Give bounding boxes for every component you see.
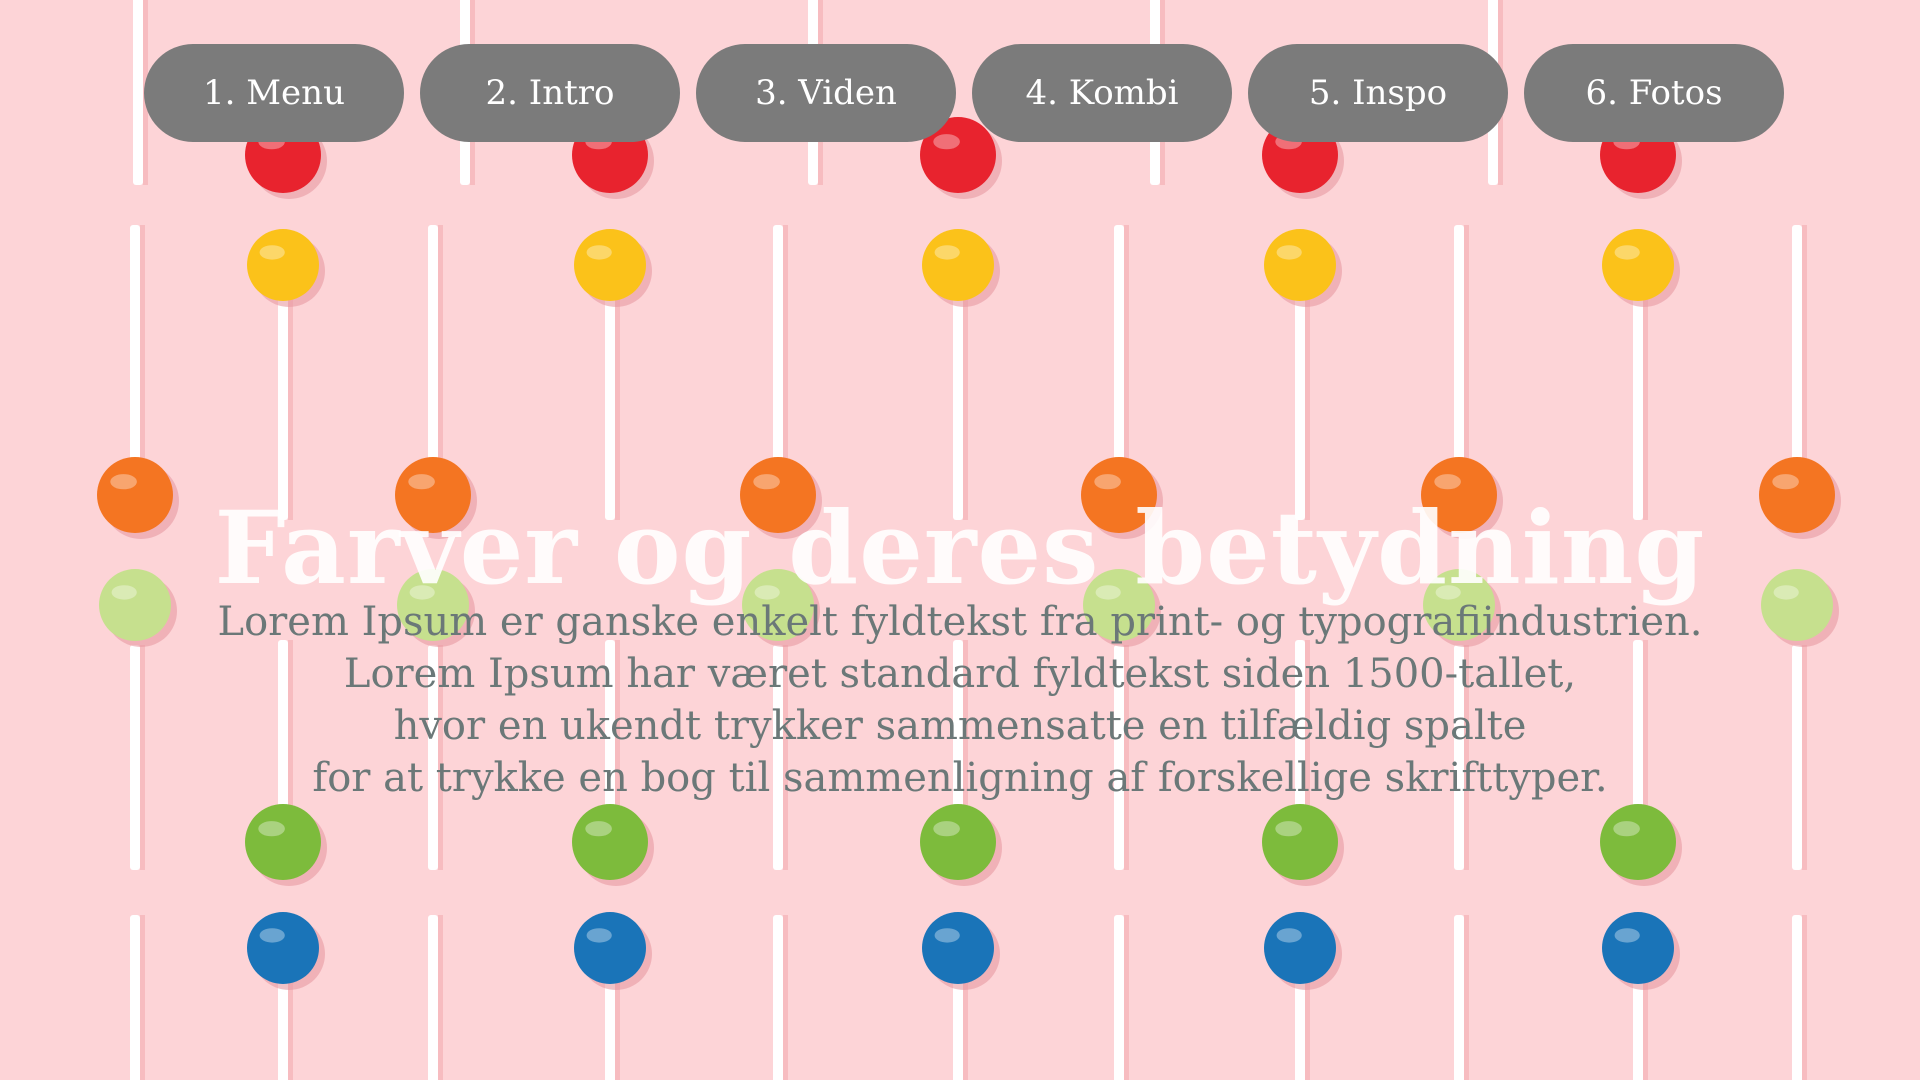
stick-orange-0-shadow [140,225,145,470]
stick-orange-4 [1454,225,1464,470]
stick-bottom-0-shadow [140,915,145,1080]
nav-button-menu[interactable]: 1. Menu [144,44,404,142]
lollipop-blue-4-shine [1614,928,1640,943]
lollipop-blue-0 [247,912,319,984]
stick-bottom-3 [1114,915,1124,1080]
lollipop-yellow-4-shine [1614,245,1640,260]
stick-yellow-4 [1633,270,1643,520]
stick-orange-3 [1114,225,1124,470]
lollipop-blue-1-shine [586,928,612,943]
top-navigation: 1. Menu 2. Intro 3. Viden 4. Kombi 5. In… [0,44,1920,142]
lollipop-green-4 [1600,804,1676,880]
page-title: Farver og deres betydning [214,489,1706,607]
lollipop-green-4-shine [1613,821,1640,837]
stick-bottom-5-shadow [1802,915,1807,1080]
stick-bottom-3-shadow [1124,915,1129,1080]
lollipop-yellow-2 [922,229,994,301]
stick-yellow-1 [605,270,615,520]
stick-yellow-2-shadow [963,270,968,520]
stick-yellow-2 [953,270,963,520]
stick-bottom-1 [428,915,438,1080]
lollipop-yellow-1 [574,229,646,301]
lollipop-green-0 [245,804,321,880]
nav-button-intro[interactable]: 2. Intro [420,44,680,142]
lollipop-blue-4 [1602,912,1674,984]
intro-line-4: for at trykke en bog til sammenligning a… [312,755,1608,801]
lollipop-yellow-0 [247,229,319,301]
lollipop-blue-3 [1264,912,1336,984]
stick-yellow-1-shadow [615,270,620,520]
lollipop-green-2 [920,804,996,880]
lollipop-blue-2 [922,912,994,984]
stick-orange-2 [773,225,783,470]
stick-orange-3-shadow [1124,225,1129,470]
lollipop-green-0-shine [258,821,285,837]
nav-button-inspo[interactable]: 5. Inspo [1248,44,1508,142]
stick-yellow-4-shadow [1643,270,1648,520]
lollipop-yellow-3-shine [1276,245,1302,260]
intro-line-1: Lorem Ipsum er ganske enkelt fyldtekst f… [217,599,1703,645]
stick-orange-5 [1792,225,1802,470]
lollipop-green-2-shine [933,821,960,837]
stick-bottom-2-shadow [783,915,788,1080]
lollipop-blue-1 [574,912,646,984]
lollipop-yellow-0-shine [259,245,285,260]
stick-bottom-0 [130,915,140,1080]
lollipop-green-1 [572,804,648,880]
intro-paragraph: Lorem Ipsum er ganske enkelt fyldtekst f… [0,596,1920,804]
stick-yellow-0-shadow [288,270,293,520]
lollipop-yellow-4 [1602,229,1674,301]
nav-button-fotos[interactable]: 6. Fotos [1524,44,1784,142]
lollipop-blue-3-shine [1276,928,1302,943]
stick-orange-1-shadow [438,225,443,470]
lollipop-yellow-2-shine [934,245,960,260]
intro-line-3: hvor en ukendt trykker sammensatte en ti… [393,703,1527,749]
stick-bottom-2 [773,915,783,1080]
stick-bottom-1-shadow [438,915,443,1080]
stick-bottom-5 [1792,915,1802,1080]
intro-line-2: Lorem Ipsum har været standard fyldtekst… [343,651,1577,697]
stick-orange-0 [130,225,140,470]
stick-bottom-4-shadow [1464,915,1469,1080]
stick-orange-5-shadow [1802,225,1807,470]
stick-orange-2-shadow [783,225,788,470]
stick-orange-1 [428,225,438,470]
lollipop-green-3 [1262,804,1338,880]
lollipop-yellow-3 [1264,229,1336,301]
stick-bottom-4 [1454,915,1464,1080]
lollipop-blue-0-shine [259,928,285,943]
stick-yellow-0 [278,270,288,520]
stick-yellow-3 [1295,270,1305,520]
lollipop-green-3-shine [1275,821,1302,837]
stick-yellow-3-shadow [1305,270,1310,520]
lollipop-yellow-1-shine [586,245,612,260]
nav-button-kombi[interactable]: 4. Kombi [972,44,1232,142]
lollipop-green-1-shine [585,821,612,837]
stick-orange-4-shadow [1464,225,1469,470]
lollipop-blue-2-shine [934,928,960,943]
nav-button-viden[interactable]: 3. Viden [696,44,956,142]
